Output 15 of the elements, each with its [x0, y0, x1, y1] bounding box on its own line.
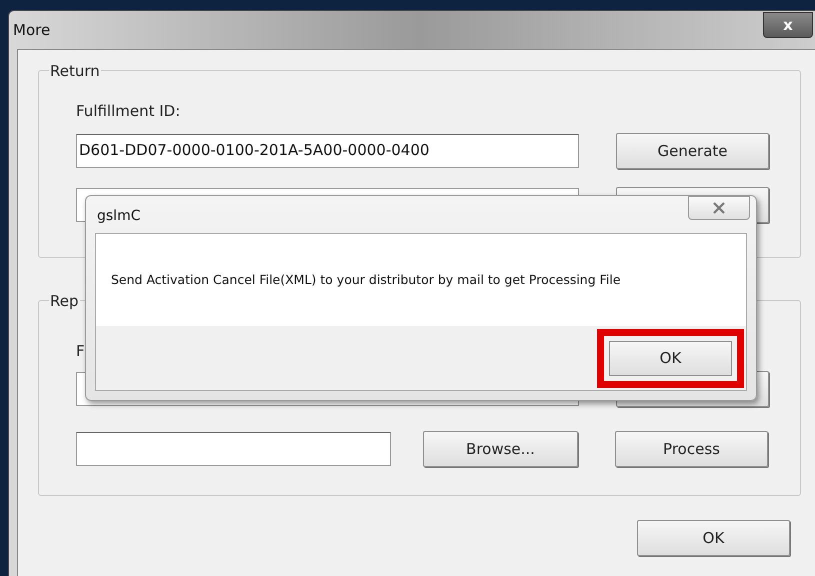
window-title: More [13, 20, 50, 41]
dialog-message: Send Activation Cancel File(XML) to your distributor by mail to get Processing File [111, 270, 621, 289]
fulfillment-id-field[interactable]: D601-DD07-0000-0100-201A-5A00-0000-0400 [76, 134, 579, 168]
dialog-ok-button[interactable]: OK [609, 340, 732, 376]
field-label: Fulfillment ID: [76, 102, 180, 120]
generate-button[interactable]: Generate [616, 133, 769, 169]
dialog-title: gslmC [97, 207, 140, 226]
close-button[interactable]: x [763, 12, 813, 38]
process-button[interactable]: Process [615, 431, 768, 467]
close-icon [712, 202, 726, 214]
ok-button[interactable]: OK [637, 520, 790, 556]
file-path-field[interactable] [76, 432, 391, 466]
browse-button[interactable]: Browse... [423, 431, 578, 467]
field-label: F [76, 342, 85, 360]
close-button[interactable] [688, 196, 750, 220]
